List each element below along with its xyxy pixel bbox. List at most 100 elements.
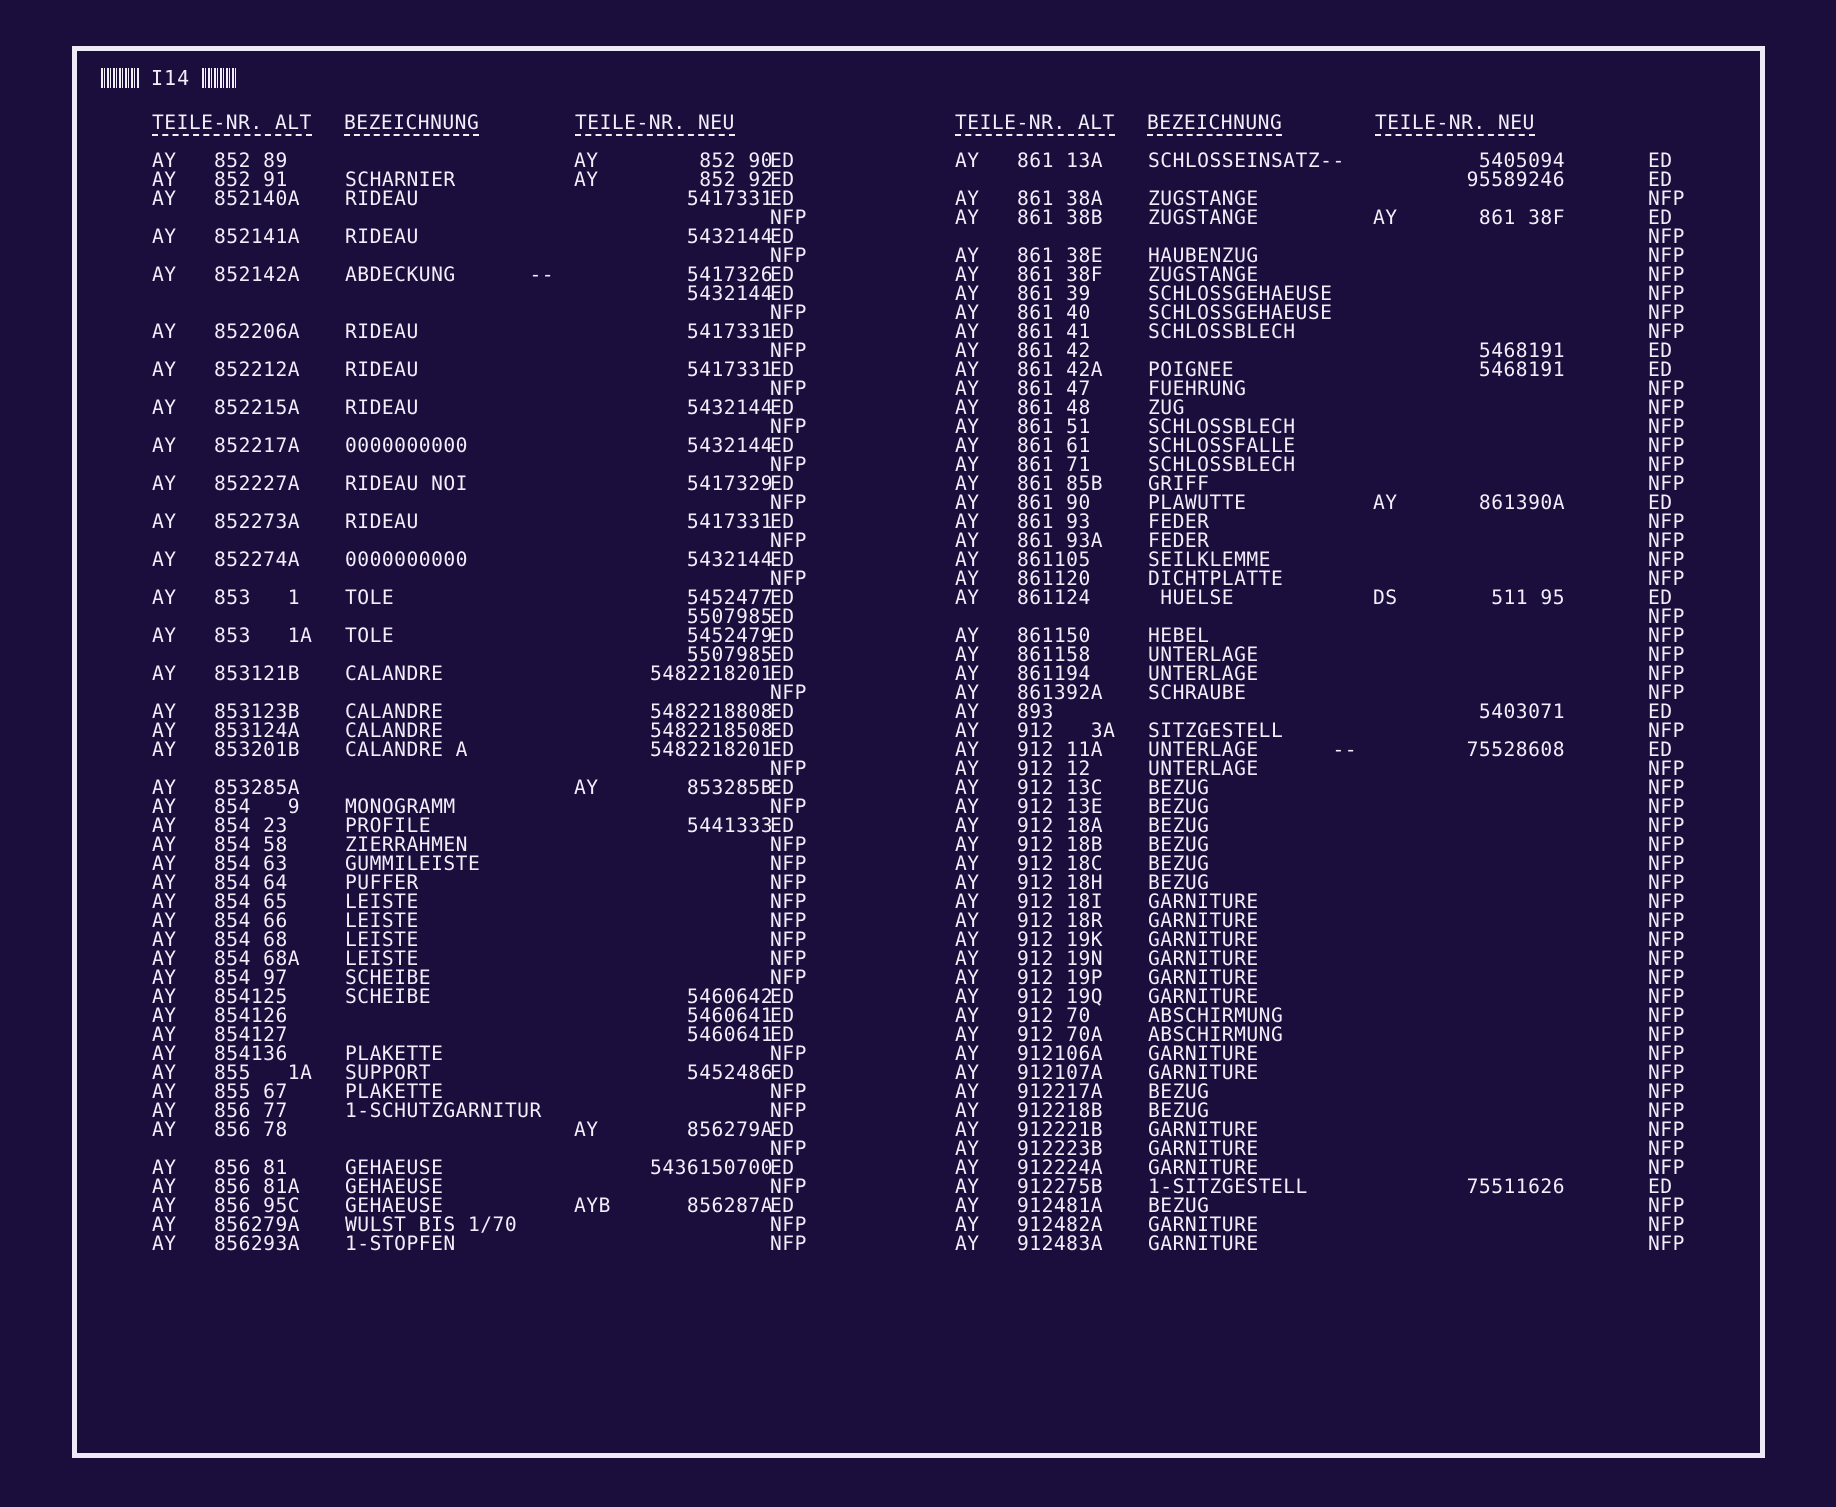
description: RIDEAU NOI bbox=[345, 472, 468, 495]
old-part-number: 853201B bbox=[214, 738, 301, 761]
description: 1-STOPFEN bbox=[345, 1232, 456, 1255]
description: ABDECKUNG -- bbox=[345, 263, 555, 286]
description: ZUGSTANGE bbox=[1148, 206, 1259, 229]
old-part-number: 852217A bbox=[214, 434, 301, 457]
old-prefix: AY bbox=[152, 1118, 177, 1141]
status-code: NFP bbox=[1648, 1232, 1685, 1255]
old-part-number: 856 78 bbox=[214, 1118, 288, 1141]
old-part-number: 852215A bbox=[214, 396, 301, 419]
old-prefix: AY bbox=[152, 472, 177, 495]
old-part-number: 852206A bbox=[214, 320, 301, 343]
new-part-number: 5417331 bbox=[686, 510, 773, 533]
new-part-number: 5417331 bbox=[686, 358, 773, 381]
page-header: I14 bbox=[101, 66, 239, 90]
new-part-number: 75511626 bbox=[1466, 1175, 1565, 1198]
new-part-number: 75528608 bbox=[1466, 738, 1565, 761]
new-part-number: 853285B bbox=[686, 776, 773, 799]
description: RIDEAU bbox=[345, 320, 419, 343]
old-part-number: 861124 bbox=[1017, 586, 1091, 609]
old-prefix: AY bbox=[152, 396, 177, 419]
old-prefix: AY bbox=[152, 225, 177, 248]
old-prefix: AY bbox=[152, 624, 177, 647]
old-part-number: 852227A bbox=[214, 472, 301, 495]
old-prefix: AY bbox=[152, 662, 177, 685]
header-new-part-no: TEILE-NR. NEU bbox=[1375, 111, 1535, 136]
description: RIDEAU bbox=[345, 187, 419, 210]
old-prefix: AY bbox=[152, 320, 177, 343]
old-prefix: AY bbox=[152, 263, 177, 286]
old-prefix: AY bbox=[152, 358, 177, 381]
new-part-number: 5460641 bbox=[686, 1023, 773, 1046]
new-part-number: 95589246 bbox=[1466, 168, 1565, 191]
header-new-part-no: TEILE-NR. NEU bbox=[575, 111, 735, 136]
old-prefix: AY bbox=[152, 586, 177, 609]
new-part-number: 5417329 bbox=[686, 472, 773, 495]
new-part-number: 5417331 bbox=[686, 320, 773, 343]
new-part-number: 5452486 bbox=[686, 1061, 773, 1084]
old-prefix: AY bbox=[152, 187, 177, 210]
old-part-number: 853 1 bbox=[214, 586, 301, 609]
header-old-part-no: TEILE-NR. ALT bbox=[152, 111, 312, 136]
new-part-number: 5432144 bbox=[686, 396, 773, 419]
description: SCHRAUBE bbox=[1148, 681, 1247, 704]
description: SCHEIBE bbox=[345, 985, 432, 1008]
new-part-number: 5432144 bbox=[686, 225, 773, 248]
old-part-number: 852273A bbox=[214, 510, 301, 533]
new-part-number: 861 38F bbox=[1478, 206, 1565, 229]
new-part-number: 5482218201 bbox=[650, 738, 773, 761]
old-part-number: 852212A bbox=[214, 358, 301, 381]
old-part-number: 853121B bbox=[214, 662, 301, 685]
new-part-number: 511 95 bbox=[1491, 586, 1565, 609]
old-prefix: AY bbox=[955, 586, 980, 609]
old-part-number: 861 13A bbox=[1017, 149, 1104, 172]
new-part-number: 5432144 bbox=[686, 434, 773, 457]
barcode-right-icon bbox=[202, 68, 239, 88]
old-part-number: 852140A bbox=[214, 187, 301, 210]
old-part-number: 852274A bbox=[214, 548, 301, 571]
old-part-number: 852141A bbox=[214, 225, 301, 248]
new-part-number: 861390A bbox=[1478, 491, 1565, 514]
description: CALANDRE A bbox=[345, 738, 468, 761]
old-part-number: 853 1A bbox=[214, 624, 313, 647]
old-part-number: 852142A bbox=[214, 263, 301, 286]
new-part-number: 5432144 bbox=[686, 548, 773, 571]
microfiche-frame: I14 TEILE-NR. ALT BEZEICHNUNG TEILE-NR. … bbox=[72, 46, 1765, 1458]
new-part-number: 5441333 bbox=[686, 814, 773, 837]
description: HUELSE bbox=[1148, 586, 1235, 609]
new-part-number: 5468191 bbox=[1478, 358, 1565, 381]
new-part-number: 856287A bbox=[686, 1194, 773, 1217]
description: SCHLOSSEINSATZ-- bbox=[1148, 149, 1345, 172]
description: TOLE bbox=[345, 624, 395, 647]
description: RIDEAU bbox=[345, 225, 419, 248]
old-prefix: AY bbox=[152, 434, 177, 457]
description: RIDEAU bbox=[345, 396, 419, 419]
description: 0000000000 bbox=[345, 548, 468, 571]
new-part-number: 5436150700 bbox=[650, 1156, 773, 1179]
old-prefix: AY bbox=[152, 548, 177, 571]
old-prefix: AY bbox=[152, 1232, 177, 1255]
new-part-number: 5417331 bbox=[686, 187, 773, 210]
old-prefix: AY bbox=[152, 738, 177, 761]
description: RIDEAU bbox=[345, 510, 419, 533]
description: SCHLOSSBLECH bbox=[1148, 320, 1296, 343]
description: TOLE bbox=[345, 586, 395, 609]
description: CALANDRE bbox=[345, 662, 444, 685]
new-part-number: 5482218201 bbox=[650, 662, 773, 685]
old-prefix: AY bbox=[152, 510, 177, 533]
status-code: NFP bbox=[770, 1232, 807, 1255]
old-part-number: 856293A bbox=[214, 1232, 301, 1255]
description: RIDEAU bbox=[345, 358, 419, 381]
header-old-part-no: TEILE-NR. ALT bbox=[955, 111, 1115, 136]
barcode-left-icon bbox=[101, 68, 139, 88]
old-part-number: 912483A bbox=[1017, 1232, 1104, 1255]
new-part-number: 856279A bbox=[686, 1118, 773, 1141]
new-part-number: 5403071 bbox=[1478, 700, 1565, 723]
old-prefix: AY bbox=[955, 149, 980, 172]
description: 1-SCHUTZGARNITUR bbox=[345, 1099, 542, 1122]
page-code: I14 bbox=[151, 66, 191, 90]
old-part-number: 861 38B bbox=[1017, 206, 1104, 229]
new-part-number: 5432144 bbox=[686, 282, 773, 305]
header-description: BEZEICHNUNG bbox=[344, 111, 480, 136]
header-description: BEZEICHNUNG bbox=[1147, 111, 1283, 136]
description: GARNITURE bbox=[1148, 1232, 1259, 1255]
